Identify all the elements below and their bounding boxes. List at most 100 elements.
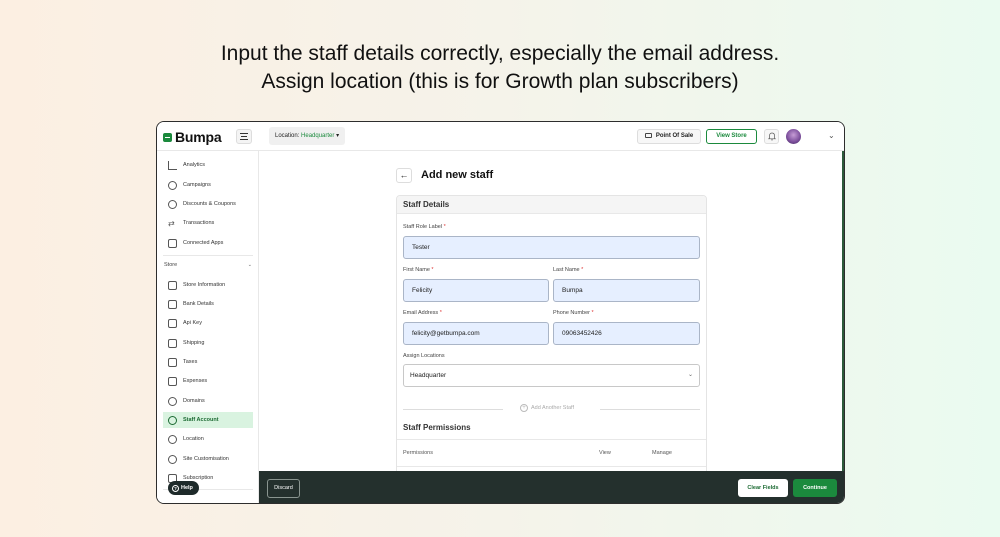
sidebar-item-bank-details[interactable]: Bank Details (163, 296, 253, 312)
staff-form-card: Staff Details Staff Role Label * Tester … (396, 195, 707, 475)
apps-icon (168, 238, 177, 248)
sidebar-item-taxes[interactable]: Taxes (163, 354, 253, 370)
sidebar: Analytics Campaigns Discounts & Coupons … (157, 151, 259, 503)
headline-line-1: Input the staff details correctly, espec… (220, 42, 780, 65)
bumpa-logo-icon (163, 132, 172, 142)
scrollbar[interactable] (842, 151, 844, 471)
add-another-label: Add Another Staff (531, 405, 575, 411)
discard-button[interactable]: Discard (267, 479, 300, 498)
assign-locations-select[interactable]: Headquarter ⌄ (403, 364, 700, 387)
sidebar-item-api-key[interactable]: Api Key (163, 315, 253, 331)
sidebar-item-label: Analytics (183, 162, 206, 168)
add-another-staff-button[interactable]: + Add Another Staff (520, 404, 574, 412)
user-icon (168, 415, 177, 425)
permissions-table-header: Permissions View Manage (397, 440, 706, 466)
sidebar-item-label: Discounts & Coupons (183, 201, 236, 207)
chart-icon (168, 160, 177, 170)
bell-icon (767, 132, 776, 141)
email-label: Email Address * (403, 310, 442, 316)
sidebar-item-connected-apps[interactable]: Connected Apps (163, 235, 253, 251)
location-selector[interactable]: Location: Headquarter ▾ (269, 127, 346, 145)
divider-line (600, 409, 700, 410)
palette-icon (168, 454, 177, 464)
sidebar-item-label: Site Customisation (183, 456, 229, 462)
help-label: Help (181, 485, 193, 491)
sidebar-divider (163, 255, 253, 256)
assign-locations-label: Assign Locations (403, 353, 445, 359)
sidebar-item-label: Staff Account (183, 417, 219, 423)
key-icon (168, 318, 177, 328)
continue-button[interactable]: Continue (793, 479, 837, 497)
sidebar-item-label: Api Key (183, 320, 202, 326)
email-input[interactable]: felicity@getbumpa.com (403, 322, 549, 345)
divider (397, 466, 706, 467)
staff-permissions-title: Staff Permissions (403, 423, 471, 432)
main-content: ← Add new staff Staff Details Staff Role… (259, 151, 844, 475)
sidebar-item-label: Location (183, 436, 204, 442)
first-name-label: First Name * (403, 267, 434, 273)
pos-label: Point Of Sale (655, 133, 694, 139)
sidebar-item-label: Domains (183, 398, 205, 404)
location-icon (168, 434, 177, 444)
action-footer: Discard Clear Fields Continue (259, 471, 844, 503)
location-value: Headquarter (301, 133, 335, 139)
sidebar-item-label: Taxes (183, 359, 198, 365)
top-bar: Bumpa Location: Headquarter ▾ Point Of S… (157, 122, 844, 151)
tax-icon (168, 357, 177, 367)
logo-text: Bumpa (175, 129, 222, 145)
view-store-button[interactable]: View Store (706, 129, 757, 144)
back-button[interactable]: ← (396, 168, 412, 183)
headline: Input the staff details correctly, espec… (0, 40, 1000, 96)
sidebar-item-staff-account[interactable]: Staff Account (163, 412, 253, 428)
megaphone-icon (168, 180, 177, 190)
sidebar-section-store[interactable]: Store ⌄ (164, 262, 252, 268)
last-name-label: Last Name * (553, 267, 584, 273)
first-name-input[interactable]: Felicity (403, 279, 549, 302)
selected-location: Headquarter (410, 372, 447, 379)
help-button[interactable]: ? Help (168, 481, 199, 495)
role-input[interactable]: Tester (403, 236, 700, 259)
sidebar-item-store-information[interactable]: Store Information (163, 277, 253, 293)
sidebar-item-expenses[interactable]: Expenses (163, 373, 253, 389)
truck-icon (168, 338, 177, 348)
receipt-icon (168, 376, 177, 386)
transfer-icon: ⇄ (168, 218, 175, 228)
headline-line-2: Assign location (this is for Growth plan… (261, 70, 739, 93)
col-permissions: Permissions (403, 450, 433, 456)
notifications-button[interactable] (764, 129, 779, 144)
sidebar-item-location[interactable]: Location (163, 431, 253, 447)
sidebar-item-label: Store Information (183, 282, 226, 288)
location-label: Location: (275, 133, 300, 139)
point-of-sale-button[interactable]: Point Of Sale (637, 129, 701, 144)
help-circle-icon: ? (172, 485, 179, 492)
app-window: Bumpa Location: Headquarter ▾ Point Of S… (156, 121, 845, 504)
last-name-input[interactable]: Bumpa (553, 279, 700, 302)
sidebar-item-transactions[interactable]: ⇄ Transactions (163, 215, 253, 231)
sidebar-item-label: Connected Apps (183, 240, 224, 246)
sidebar-item-label: Expenses (183, 378, 208, 384)
sidebar-item-shipping[interactable]: Shipping (163, 335, 253, 351)
divider-line (403, 409, 503, 410)
sidebar-item-analytics[interactable]: Analytics (163, 157, 253, 173)
menu-toggle-button[interactable] (236, 129, 252, 144)
bank-icon (168, 299, 177, 309)
sidebar-item-label: Campaigns (183, 182, 211, 188)
chevron-down-icon[interactable]: ⌄ (828, 131, 835, 140)
page-title: Add new staff (421, 169, 494, 181)
hamburger-icon (240, 133, 248, 134)
sidebar-item-campaigns[interactable]: Campaigns (163, 177, 253, 193)
logo[interactable]: Bumpa (163, 129, 222, 145)
clear-fields-button[interactable]: Clear Fields (738, 479, 788, 497)
sidebar-item-site-customisation[interactable]: Site Customisation (163, 451, 253, 467)
sidebar-item-label: Transactions (183, 220, 215, 226)
avatar[interactable] (786, 129, 801, 144)
register-icon (644, 133, 652, 138)
sidebar-item-discounts[interactable]: Discounts & Coupons (163, 196, 253, 212)
phone-label: Phone Number * (553, 310, 594, 316)
sidebar-item-domains[interactable]: Domains (163, 393, 253, 409)
sidebar-item-label: Shipping (183, 340, 205, 346)
phone-input[interactable]: 09063452426 (553, 322, 700, 345)
col-manage: Manage (652, 450, 672, 456)
store-icon (168, 280, 177, 290)
sidebar-item-label: Bank Details (183, 301, 214, 307)
